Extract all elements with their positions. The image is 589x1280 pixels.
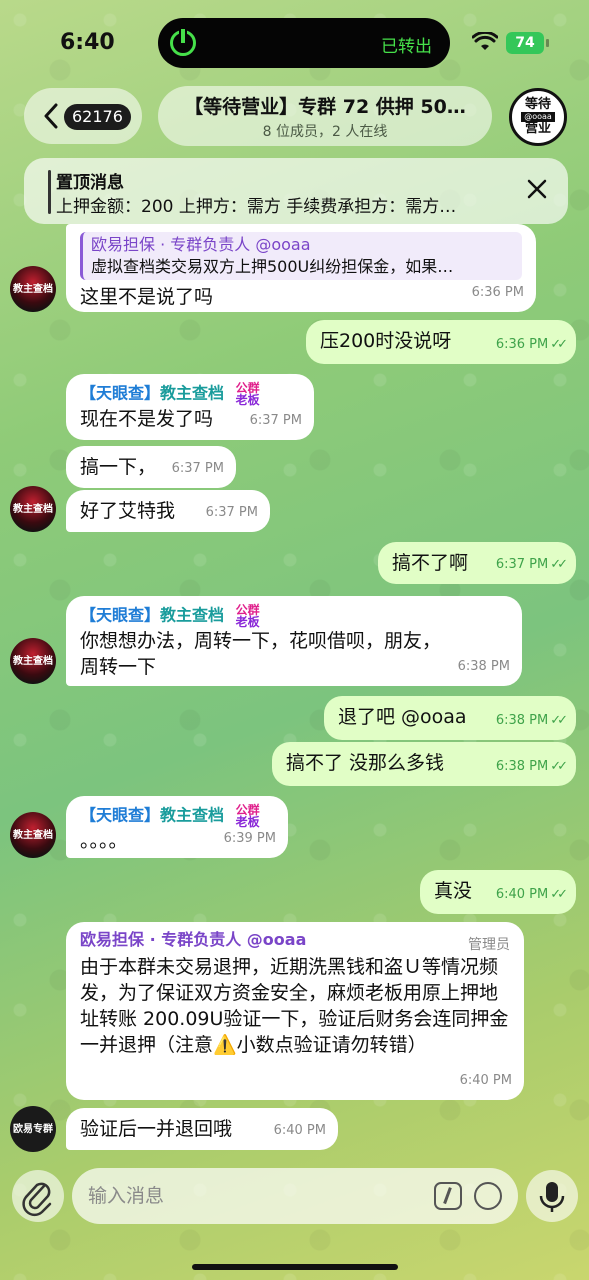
pinned-text: 上押金额：200 上押方：需方 手续费承担方：需方… <box>56 197 457 217</box>
read-ticks-icon: ✓✓ <box>550 759 568 774</box>
paperclip-icon <box>22 1182 52 1217</box>
avatar[interactable]: 教主查档 <box>10 486 56 532</box>
sender-badge: 公群 老板 <box>235 603 260 629</box>
sender-name[interactable]: 欧易担保 · 专群负责人 @ooaa <box>80 930 510 950</box>
unread-count-badge: 62176 <box>64 104 131 130</box>
chat-title: 【等待营业】专群 72 供押 50… <box>184 96 466 118</box>
read-ticks-icon: ✓✓ <box>550 713 568 728</box>
sender-name[interactable]: 【天眼查】教主查档 公群 老板 <box>80 382 300 406</box>
reply-quote[interactable]: 欧易担保 · 专群负责人 @ooaa 虚拟查档类交易双方上押500U纠纷担保金，… <box>80 232 522 280</box>
message-composer[interactable] <box>72 1168 518 1224</box>
message-bubble[interactable]: 欧易担保 · 专群负责人 @ooaa 虚拟查档类交易双方上押500U纠纷担保金，… <box>66 224 536 312</box>
close-icon[interactable] <box>526 178 548 200</box>
home-indicator <box>192 1264 398 1270</box>
message-time: 6:38 PM ✓✓ <box>495 713 568 728</box>
message-bubble[interactable]: 搞不了 没那么多钱 6:38 PM ✓✓ <box>272 742 576 786</box>
sender-name[interactable]: 【天眼查】教主查档 公群 老板 <box>80 604 508 628</box>
message-bubble[interactable]: 好了艾特我 6:37 PM <box>66 490 270 532</box>
message-time: 6:37 PM <box>249 413 302 428</box>
message-time: 6:38 PM <box>457 659 510 674</box>
read-ticks-icon: ✓✓ <box>550 887 568 902</box>
attach-button[interactable] <box>12 1170 64 1222</box>
chat-title-area[interactable]: 【等待营业】专群 72 供押 50… 8 位成员，2 人在线 <box>158 86 492 146</box>
message-bubble[interactable]: 退了吧 @ooaa 6:38 PM ✓✓ <box>324 696 576 740</box>
command-icon[interactable] <box>434 1182 462 1210</box>
microphone-icon <box>539 1182 565 1212</box>
back-button[interactable]: 62176 <box>24 88 142 144</box>
dynamic-island[interactable]: 已转出 <box>158 18 450 68</box>
message-time: 6:39 PM <box>223 831 276 846</box>
message-time: 6:40 PM <box>273 1123 326 1138</box>
admin-badge: 管理员 <box>468 937 510 953</box>
sticker-icon[interactable] <box>474 1182 502 1210</box>
status-time: 6:40 <box>60 30 115 55</box>
avatar[interactable]: 教主查档 <box>10 638 56 684</box>
group-avatar[interactable]: 等待 @ooaa 营业 <box>509 88 567 146</box>
message-time: 6:37 PM <box>205 505 258 520</box>
island-status-text: 已转出 <box>381 37 432 57</box>
avatar[interactable]: 教主查档 <box>10 266 56 312</box>
message-text: 这里不是说了吗 <box>80 286 214 308</box>
message-bubble[interactable]: 压200时没说呀 6:36 PM ✓✓ <box>306 320 576 364</box>
voice-record-button[interactable] <box>526 1170 578 1222</box>
wifi-icon <box>472 32 498 50</box>
message-bubble[interactable]: 【天眼查】教主查档 公群 老板 你想想办法，周转一下，花呗借呗，朋友，周转一下 6… <box>66 596 522 686</box>
battery-indicator: 74 <box>506 32 549 54</box>
message-time: 6:37 PM <box>171 461 224 476</box>
message-time: 6:40 PM ✓✓ <box>495 887 568 902</box>
message-text: 你想想办法，周转一下，花呗借呗，朋友，周转一下 <box>80 630 442 678</box>
status-bar: 6:40 已转出 74 <box>0 0 589 88</box>
message-time: 6:37 PM ✓✓ <box>495 557 568 572</box>
message-bubble[interactable]: 欧易担保 · 专群负责人 @ooaa 管理员 由于本群未交易退押，近期洗黑钱和盗… <box>66 922 524 1100</box>
sender-name[interactable]: 【天眼查】教主查档 公群 老板 <box>80 804 274 828</box>
message-bubble[interactable]: 【天眼查】教主查档 公群 老板 。。。。 6:39 PM <box>66 796 288 858</box>
sender-badge: 公群 老板 <box>235 803 260 829</box>
message-text: 由于本群未交易退押，近期洗黑钱和盗Ｕ等情况频发，为了保证双方资金安全，麻烦老板用… <box>80 956 509 1056</box>
chevron-left-icon <box>44 103 58 129</box>
message-bubble[interactable]: 【天眼查】教主查档 公群 老板 现在不是发了吗 6:37 PM <box>66 374 314 440</box>
pinned-title: 置顶消息 <box>56 173 124 193</box>
read-ticks-icon: ✓✓ <box>550 557 568 572</box>
sender-badge: 公群 老板 <box>235 381 260 407</box>
message-bubble[interactable]: 验证后一并退回哦 6:40 PM <box>66 1108 338 1150</box>
message-bubble[interactable]: 搞一下， 6:37 PM <box>66 446 236 488</box>
message-input[interactable] <box>88 1180 428 1212</box>
chat-subtitle: 8 位成员，2 人在线 <box>262 124 388 140</box>
message-bubble[interactable]: 真没 6:40 PM ✓✓ <box>420 870 576 914</box>
message-time: 6:38 PM ✓✓ <box>495 759 568 774</box>
message-time: 6:36 PM ✓✓ <box>495 337 568 352</box>
message-time: 6:36 PM <box>471 285 524 300</box>
message-list[interactable]: 欧易担保 · 专群负责人 @ooaa 虚拟查档类交易双方上押500U纠纷担保金，… <box>0 224 589 1152</box>
avatar[interactable]: 教主查档 <box>10 812 56 858</box>
avatar[interactable]: 欧易专群 <box>10 1106 56 1152</box>
message-bubble[interactable]: 搞不了啊 6:37 PM ✓✓ <box>378 542 576 584</box>
sync-icon <box>170 29 196 56</box>
message-time: 6:40 PM <box>459 1073 512 1088</box>
pinned-message[interactable]: 置顶消息 上押金额：200 上押方：需方 手续费承担方：需方… <box>24 158 568 224</box>
read-ticks-icon: ✓✓ <box>550 337 568 352</box>
